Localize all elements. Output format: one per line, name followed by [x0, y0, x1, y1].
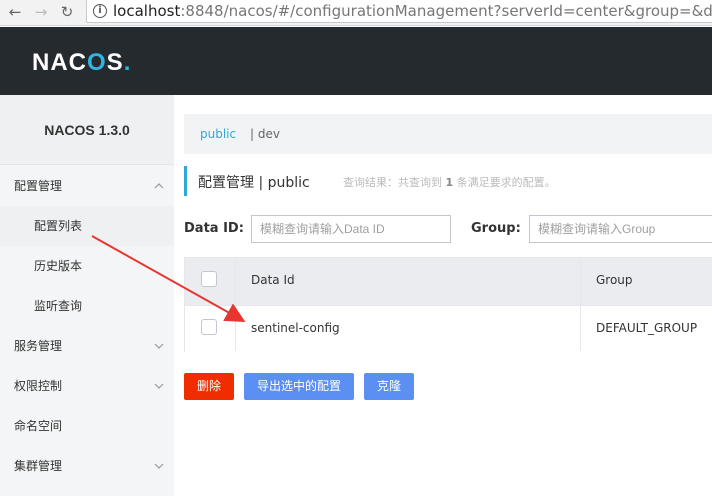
- select-all-checkbox[interactable]: [201, 271, 217, 287]
- export-selected-button[interactable]: 导出选中的配置: [244, 373, 354, 400]
- app-header: NACOS.: [0, 27, 712, 95]
- sidebar-item-listener-query[interactable]: 监听查询: [0, 286, 174, 326]
- forward-icon[interactable]: →: [32, 3, 50, 21]
- result-summary: 查询结果：共查询到 1 条满足要求的配置。: [343, 176, 556, 189]
- sidebar-item-namespace[interactable]: 命名空间: [0, 406, 174, 446]
- sidebar: NACOS 1.3.0 配置管理 配置列表 历史版本 监听查询 服务管理 权限控…: [0, 95, 174, 496]
- sidebar-item-cluster-management[interactable]: 集群管理: [0, 446, 174, 486]
- nacos-logo[interactable]: NACOS.: [32, 49, 131, 77]
- url-text: localhost:8848/nacos/#/configurationMana…: [113, 2, 712, 20]
- namespace-dev[interactable]: | dev: [250, 114, 280, 154]
- column-header-group: Group: [596, 273, 633, 287]
- chevron-down-icon: [154, 343, 164, 349]
- address-bar[interactable]: i localhost:8848/nacos/#/configurationMa…: [86, 0, 712, 23]
- menu-label: 历史版本: [34, 259, 83, 273]
- menu-label: 配置管理: [14, 179, 63, 193]
- group-label: Group:: [471, 221, 521, 236]
- row-checkbox[interactable]: [201, 319, 217, 335]
- page-title: 配置管理 | public: [198, 175, 310, 191]
- column-header-dataid: Data Id: [251, 273, 295, 287]
- sidebar-item-config-management[interactable]: 配置管理: [0, 166, 174, 206]
- dataid-search-input[interactable]: [251, 215, 451, 243]
- dataid-label: Data ID:: [184, 221, 244, 236]
- column-divider: [235, 258, 236, 351]
- back-icon[interactable]: ←: [6, 3, 24, 21]
- table-row[interactable]: sentinel-config DEFAULT_GROUP: [185, 305, 712, 352]
- info-icon[interactable]: i: [93, 4, 107, 18]
- menu-label: 服务管理: [14, 339, 63, 353]
- chevron-up-icon: [154, 183, 164, 189]
- reload-icon[interactable]: ↻: [58, 3, 76, 21]
- row-group: DEFAULT_GROUP: [596, 321, 698, 335]
- delete-button[interactable]: 删除: [184, 373, 234, 400]
- menu-label: 权限控制: [14, 379, 63, 393]
- sidebar-item-service-management[interactable]: 服务管理: [0, 326, 174, 366]
- chevron-down-icon: [154, 383, 164, 389]
- menu-label: 配置列表: [34, 219, 83, 233]
- chevron-down-icon: [154, 463, 164, 469]
- page-title-bar: 配置管理 | public 查询结果：共查询到 1 条满足要求的配置。: [184, 166, 556, 196]
- version-label: NACOS 1.3.0: [0, 95, 174, 165]
- config-table: Data Id Group sentinel-config DEFAULT_GR…: [184, 257, 712, 352]
- row-dataid: sentinel-config: [251, 321, 340, 335]
- browser-toolbar: ← → ↻ i localhost:8848/nacos/#/configura…: [0, 0, 712, 26]
- sidebar-item-access-control[interactable]: 权限控制: [0, 366, 174, 406]
- column-divider: [580, 258, 581, 351]
- menu-label: 命名空间: [14, 419, 63, 433]
- sidebar-item-config-list[interactable]: 配置列表: [0, 206, 174, 246]
- group-search-input[interactable]: [529, 215, 712, 243]
- namespace-public[interactable]: public: [200, 114, 236, 154]
- sidebar-item-history[interactable]: 历史版本: [0, 246, 174, 286]
- table-header: Data Id Group: [185, 258, 712, 305]
- menu-label: 集群管理: [14, 459, 63, 473]
- namespace-bar: public | dev: [184, 114, 712, 154]
- clone-button[interactable]: 克隆: [364, 373, 414, 400]
- menu-label: 监听查询: [34, 299, 83, 313]
